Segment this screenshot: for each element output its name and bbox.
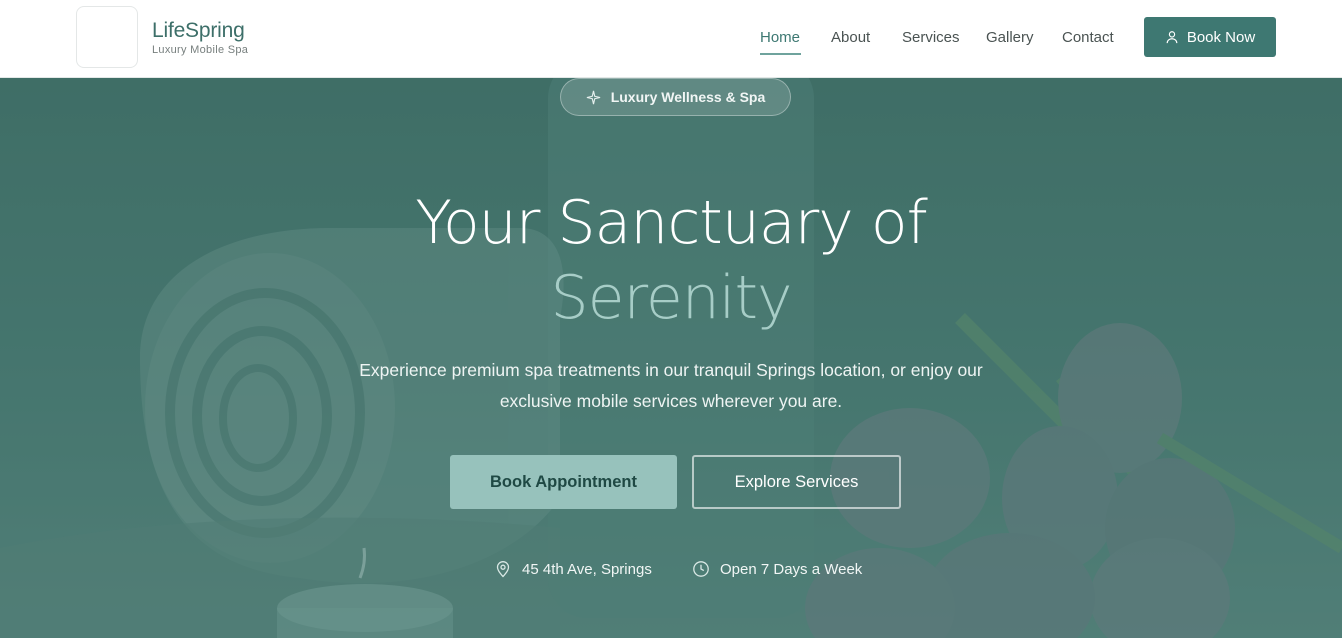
nav-about[interactable]: About	[831, 29, 870, 46]
hours-text: Open 7 Days a Week	[720, 560, 863, 578]
nav-gallery[interactable]: Gallery	[986, 29, 1034, 46]
hero-badge: Luxury Wellness & Spa	[560, 78, 791, 116]
book-now-label: Book Now	[1186, 28, 1256, 46]
hero-section: Luxury Wellness & Spa Your Sanctuary of …	[0, 78, 1342, 638]
nav-home[interactable]: Home	[760, 29, 800, 46]
hero-title-highlight: Serenity	[550, 263, 793, 333]
brand-name[interactable]: LifeSpring	[152, 19, 245, 43]
hero-description: Experience premium spa treatments in our…	[359, 360, 983, 411]
sparkle-icon	[586, 90, 600, 104]
address-text: 45 4th Ave, Springs	[522, 560, 652, 578]
hero-title: Your Sanctuary of	[415, 188, 927, 258]
logo[interactable]	[76, 6, 138, 68]
user-icon	[1166, 31, 1178, 44]
explore-services-button[interactable]: Explore Services	[692, 455, 901, 509]
nav-contact[interactable]: Contact	[1062, 29, 1114, 46]
hours-info: Open 7 Days a Week	[692, 560, 862, 578]
site-header: LifeSpring Luxury Mobile Spa Home About …	[0, 0, 1342, 78]
clock-icon	[693, 561, 709, 577]
map-pin-icon	[496, 561, 510, 578]
book-appointment-button[interactable]: Book Appointment	[450, 455, 677, 509]
nav-active-indicator	[760, 53, 801, 55]
brand-tagline: Luxury Mobile Spa	[152, 44, 249, 56]
book-now-button[interactable]: Book Now	[1144, 17, 1276, 57]
nav-services[interactable]: Services	[902, 29, 960, 46]
address-info: 45 4th Ave, Springs	[494, 560, 652, 578]
hero-badge-label: Luxury Wellness & Spa	[610, 89, 766, 105]
